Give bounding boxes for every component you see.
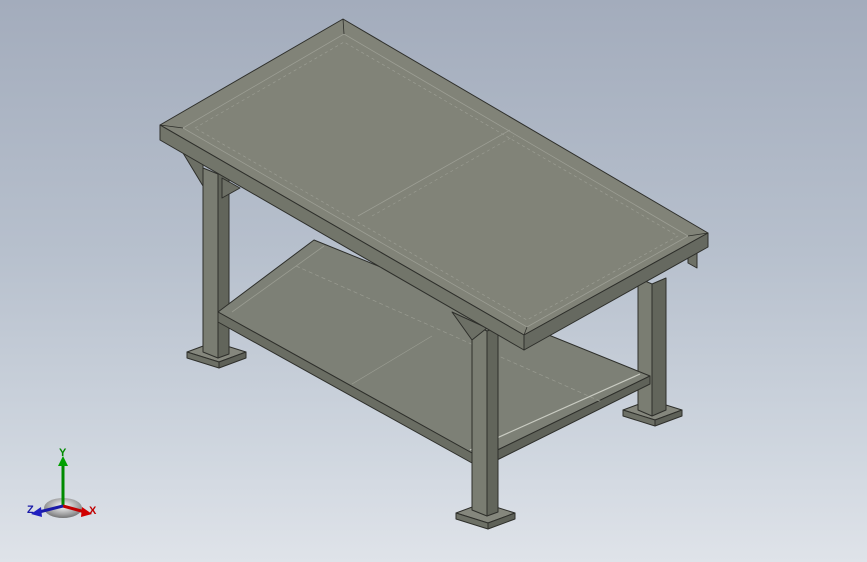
leg-right — [637, 277, 667, 417]
axis-x-label: X — [89, 505, 97, 517]
workbench-model[interactable] — [0, 0, 867, 562]
graphics-viewport[interactable]: Y X Z — [0, 0, 867, 562]
leg-front — [471, 323, 499, 517]
coordinate-triad: Y X Z — [22, 448, 106, 526]
axis-y-label: Y — [59, 447, 67, 459]
axis-z-label: Z — [27, 504, 34, 516]
